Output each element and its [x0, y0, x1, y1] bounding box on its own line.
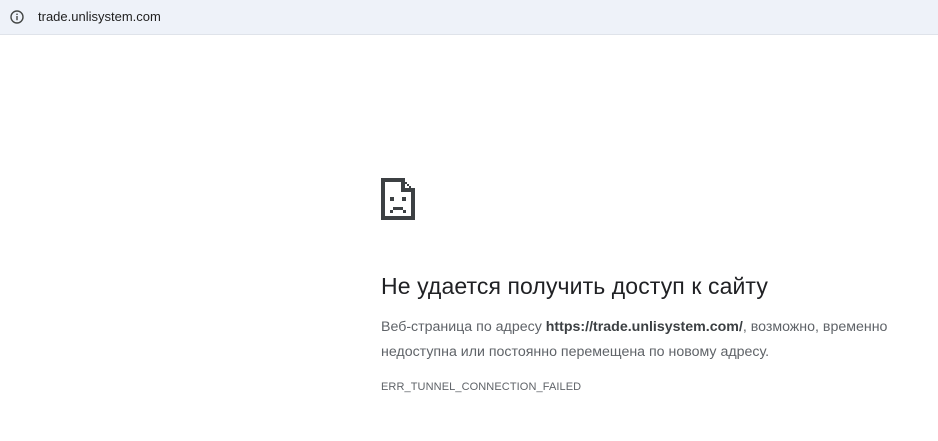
error-content: Не удается получить доступ к сайту Веб-с… [381, 178, 938, 394]
address-bar[interactable]: trade.unlisystem.com [0, 0, 938, 35]
url-text[interactable]: trade.unlisystem.com [38, 9, 161, 25]
error-description-url: https://trade.unlisystem.com/ [545, 319, 743, 335]
error-code: ERR_TUNNEL_CONNECTION_FAILED [381, 381, 582, 393]
browser-page: trade.unlisystem.com Не удается получить… [0, 0, 938, 441]
error-title: Не удается получить доступ к сайту [381, 273, 768, 299]
error-description: Веб-страница по адресу https://trade.unl… [381, 315, 938, 365]
info-icon[interactable] [10, 10, 24, 24]
error-description-prefix: Веб-страница по адресу [381, 319, 546, 335]
sad-page-icon [381, 178, 415, 220]
